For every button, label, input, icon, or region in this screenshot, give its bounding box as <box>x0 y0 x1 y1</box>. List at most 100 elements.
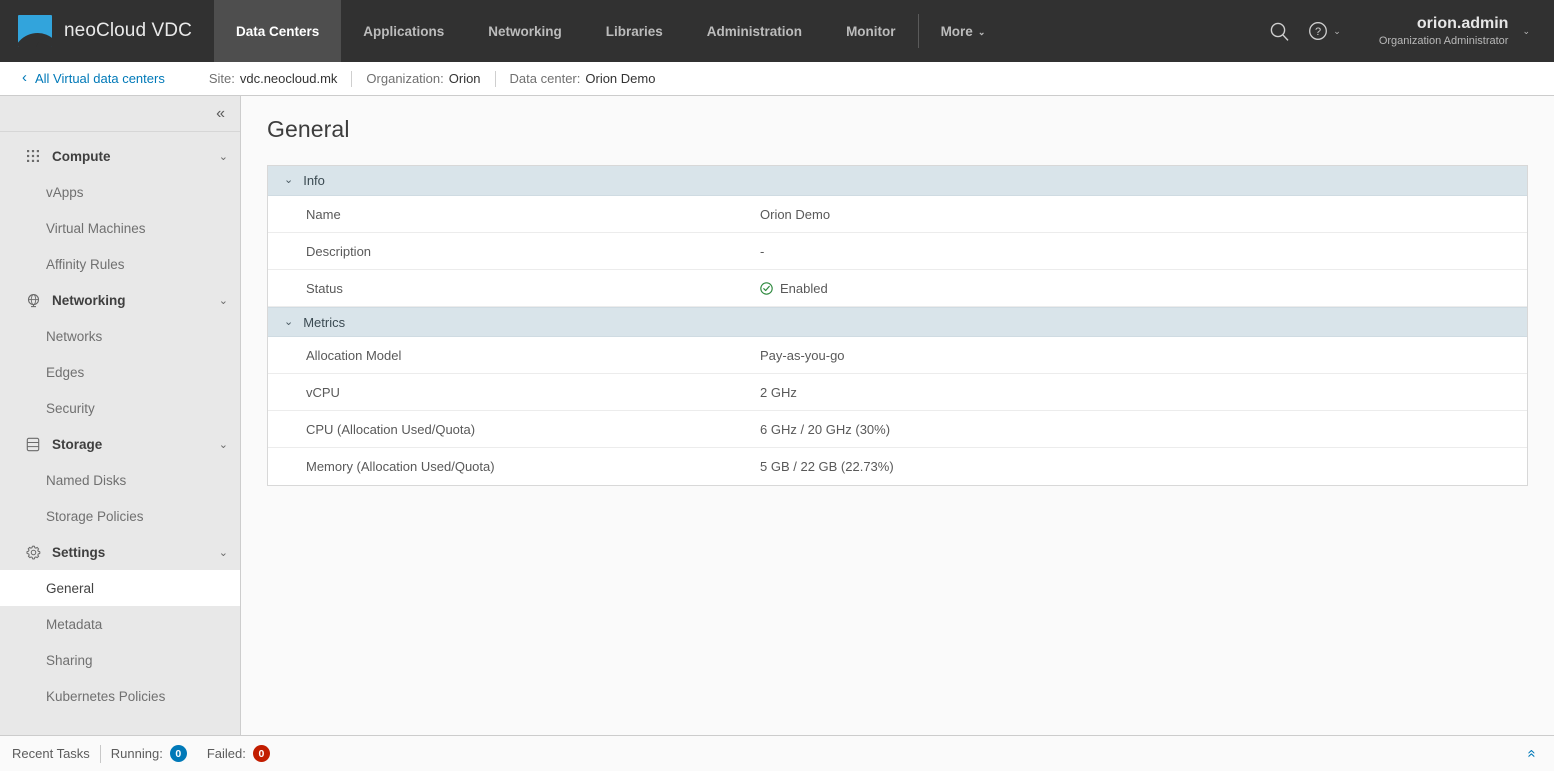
sidebar-group-label: Compute <box>52 148 111 164</box>
sidebar-item-label: Security <box>46 400 95 416</box>
row-label: Memory (Allocation Used/Quota) <box>306 459 495 474</box>
sidebar-item-vapps[interactable]: vApps <box>0 174 240 210</box>
header-spacer <box>1007 0 1258 62</box>
breadcrumb-datacenter-value: Orion Demo <box>585 71 656 86</box>
breadcrumb-back-label: All Virtual data centers <box>35 71 165 86</box>
svg-text:?: ? <box>1315 26 1321 38</box>
section-header-metrics[interactable]: ⌄ Metrics <box>268 307 1527 337</box>
breadcrumb-organization-label: Organization: <box>366 71 444 86</box>
section-title: Metrics <box>303 314 346 330</box>
running-tasks-stat[interactable]: Running: 0 <box>111 745 187 762</box>
globe-network-icon <box>24 291 42 309</box>
gear-icon <box>24 543 42 561</box>
primary-nav: Data Centers Applications Networking Lib… <box>213 0 1008 62</box>
nav-tab-label: Monitor <box>846 23 896 39</box>
breadcrumb-site: Site: vdc.neocloud.mk <box>195 71 352 86</box>
sidebar-item-metadata[interactable]: Metadata <box>0 606 240 642</box>
row-value: 2 GHz <box>760 385 1527 400</box>
row-value: 5 GB / 22 GB (22.73%) <box>760 459 1527 474</box>
brand[interactable]: neoCloud VDC <box>0 0 214 62</box>
sidebar-item-kubernetes-policies[interactable]: Kubernetes Policies <box>0 678 240 714</box>
row-value: Enabled <box>760 281 1527 296</box>
expand-tasks-button[interactable]: « <box>1522 745 1541 761</box>
row-value: 6 GHz / 20 GHz (30%) <box>760 422 1527 437</box>
row-label: Status <box>306 280 343 296</box>
nav-tab-monitor[interactable]: Monitor <box>824 0 918 62</box>
sidebar-group-networking[interactable]: Networking ⌄ <box>0 282 240 318</box>
sidebar-item-label: General <box>46 580 95 596</box>
sidebar-item-label: vApps <box>46 184 84 200</box>
row-value-text: 2 GHz <box>760 384 797 400</box>
breadcrumb-site-value: vdc.neocloud.mk <box>239 71 338 86</box>
sidebar-group-label: Storage <box>52 436 103 452</box>
help-circle-icon: ? <box>1309 22 1328 40</box>
chevron-down-icon: ⌄ <box>218 438 228 451</box>
nav-tab-networking[interactable]: Networking <box>466 0 584 62</box>
sidebar-item-virtual-machines[interactable]: Virtual Machines <box>0 210 240 246</box>
breadcrumb-datacenter: Data center: Orion Demo <box>496 71 670 86</box>
help-button[interactable]: ? ⌄ <box>1304 0 1349 62</box>
nav-tab-administration[interactable]: Administration <box>685 0 824 62</box>
top-header: neoCloud VDC Data Centers Applications N… <box>0 0 1554 62</box>
row-label: Description <box>306 243 372 259</box>
sidebar-item-named-disks[interactable]: Named Disks <box>0 462 240 498</box>
nav-tab-more[interactable]: More ⌄ <box>919 0 1008 62</box>
sidebar-group-label: Networking <box>52 292 126 308</box>
user-name: orion.admin <box>1416 14 1509 32</box>
sidebar-group-compute[interactable]: Compute ⌄ <box>0 138 240 174</box>
footer-divider <box>99 744 101 763</box>
sidebar-group-storage[interactable]: Storage ⌄ <box>0 426 240 462</box>
sidebar-item-label: Metadata <box>46 616 103 632</box>
nav-tab-libraries[interactable]: Libraries <box>584 0 685 62</box>
grid-dots-icon <box>24 147 42 165</box>
failed-tasks-stat[interactable]: Failed: 0 <box>207 745 270 762</box>
chevron-down-icon: ⌄ <box>218 546 228 559</box>
breadcrumb: ‹ All Virtual data centers Site: vdc.neo… <box>0 62 1554 96</box>
chevron-left-icon: ‹ <box>22 69 27 86</box>
sidebar-group-label: Settings <box>52 544 106 560</box>
nav-tab-applications[interactable]: Applications <box>341 0 466 62</box>
user-role: Organization Administrator <box>1378 34 1509 47</box>
search-icon <box>1270 22 1289 41</box>
row-label: CPU (Allocation Used/Quota) <box>306 421 476 437</box>
nav-tab-label: Administration <box>706 23 803 39</box>
sidebar-group-settings[interactable]: Settings ⌄ <box>0 534 240 570</box>
sidebar-item-edges[interactable]: Edges <box>0 354 240 390</box>
details-panel: ⌄ Info Name Orion Demo Description - Sta… <box>267 165 1528 486</box>
row-value: Orion Demo <box>760 207 1527 222</box>
nav-tab-label: Data Centers <box>235 23 320 39</box>
chevron-down-icon: ⌄ <box>1333 25 1341 36</box>
row-value-text: 6 GHz / 20 GHz (30%) <box>760 421 891 437</box>
recent-tasks-link[interactable]: Recent Tasks <box>12 746 100 761</box>
check-circle-icon <box>760 281 773 295</box>
sidebar: « Compute ⌄ vApps Virtual Machines Affin… <box>0 96 241 735</box>
user-menu[interactable]: orion.admin Organization Administrator ⌄ <box>1353 0 1540 62</box>
sidebar-collapse-button[interactable]: « <box>213 104 228 124</box>
sidebar-item-label: Edges <box>46 364 85 380</box>
sidebar-item-label: Named Disks <box>46 472 127 488</box>
sidebar-nav: Compute ⌄ vApps Virtual Machines Affinit… <box>0 132 240 714</box>
table-row: Allocation Model Pay-as-you-go <box>268 337 1527 374</box>
chevron-down-icon: ⌄ <box>284 315 294 328</box>
breadcrumb-site-label: Site: <box>208 71 235 86</box>
sidebar-item-general[interactable]: General <box>0 570 240 606</box>
sidebar-item-affinity-rules[interactable]: Affinity Rules <box>0 246 240 282</box>
breadcrumb-back-link[interactable]: ‹ All Virtual data centers <box>22 69 165 86</box>
body: « Compute ⌄ vApps Virtual Machines Affin… <box>0 96 1554 735</box>
sidebar-item-security[interactable]: Security <box>0 390 240 426</box>
sidebar-item-label: Virtual Machines <box>46 220 146 236</box>
main-content: General ⌄ Info Name Orion Demo Descripti… <box>241 96 1554 735</box>
section-header-info[interactable]: ⌄ Info <box>268 166 1527 196</box>
nav-tab-data-centers[interactable]: Data Centers <box>213 0 342 62</box>
sidebar-item-sharing[interactable]: Sharing <box>0 642 240 678</box>
sidebar-item-storage-policies[interactable]: Storage Policies <box>0 498 240 534</box>
chevron-down-icon: ⌄ <box>218 150 228 163</box>
failed-count-badge: 0 <box>252 745 270 762</box>
sidebar-item-networks[interactable]: Networks <box>0 318 240 354</box>
header-actions: ? ⌄ orion.admin Organization Administrat… <box>1258 0 1554 62</box>
row-value-text: - <box>760 243 765 259</box>
sidebar-item-label: Kubernetes Policies <box>46 688 166 704</box>
search-button[interactable] <box>1258 0 1300 62</box>
table-row: Status Enabled <box>268 270 1527 307</box>
section-title: Info <box>303 173 325 188</box>
